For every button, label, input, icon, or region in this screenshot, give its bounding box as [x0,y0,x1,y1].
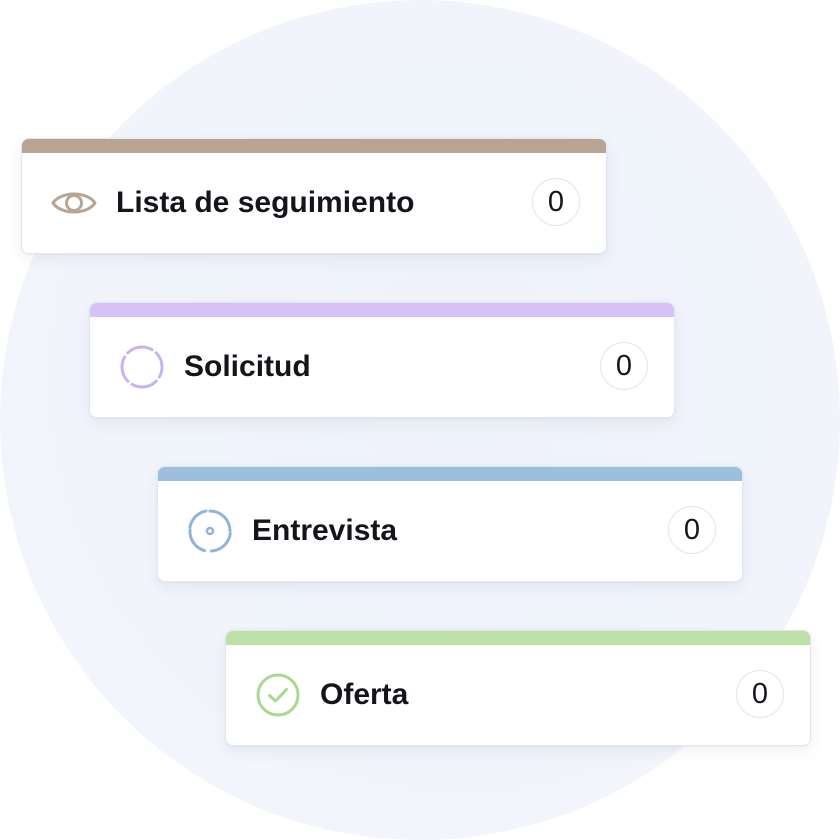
eye-icon [50,179,98,227]
stage-color-bar [158,467,742,481]
stage-count-badge: 0 [736,670,784,718]
stage-card-watchlist[interactable]: Lista de seguimiento 0 [21,138,607,254]
stage-count-badge: 0 [600,342,648,390]
check-circle-icon [254,671,302,719]
target-icon [186,507,234,555]
stage-color-bar [226,631,810,645]
stage-count-badge: 0 [532,178,580,226]
stage-card-offer[interactable]: Oferta 0 [225,630,811,746]
stage-color-bar [90,303,674,317]
stage-label: Oferta [320,678,409,711]
stage-color-bar [22,139,606,153]
stage-card-application[interactable]: Solicitud 0 [89,302,675,418]
stage-label: Lista de seguimiento [116,186,415,219]
stage-count-badge: 0 [668,506,716,554]
stage-card-interview[interactable]: Entrevista 0 [157,466,743,582]
pipeline-illustration: Lista de seguimiento 0 Solicitud 0 Entre… [0,0,840,840]
stage-label: Entrevista [252,514,398,547]
stage-label: Solicitud [184,350,311,383]
dashed-circle-icon [118,343,166,391]
